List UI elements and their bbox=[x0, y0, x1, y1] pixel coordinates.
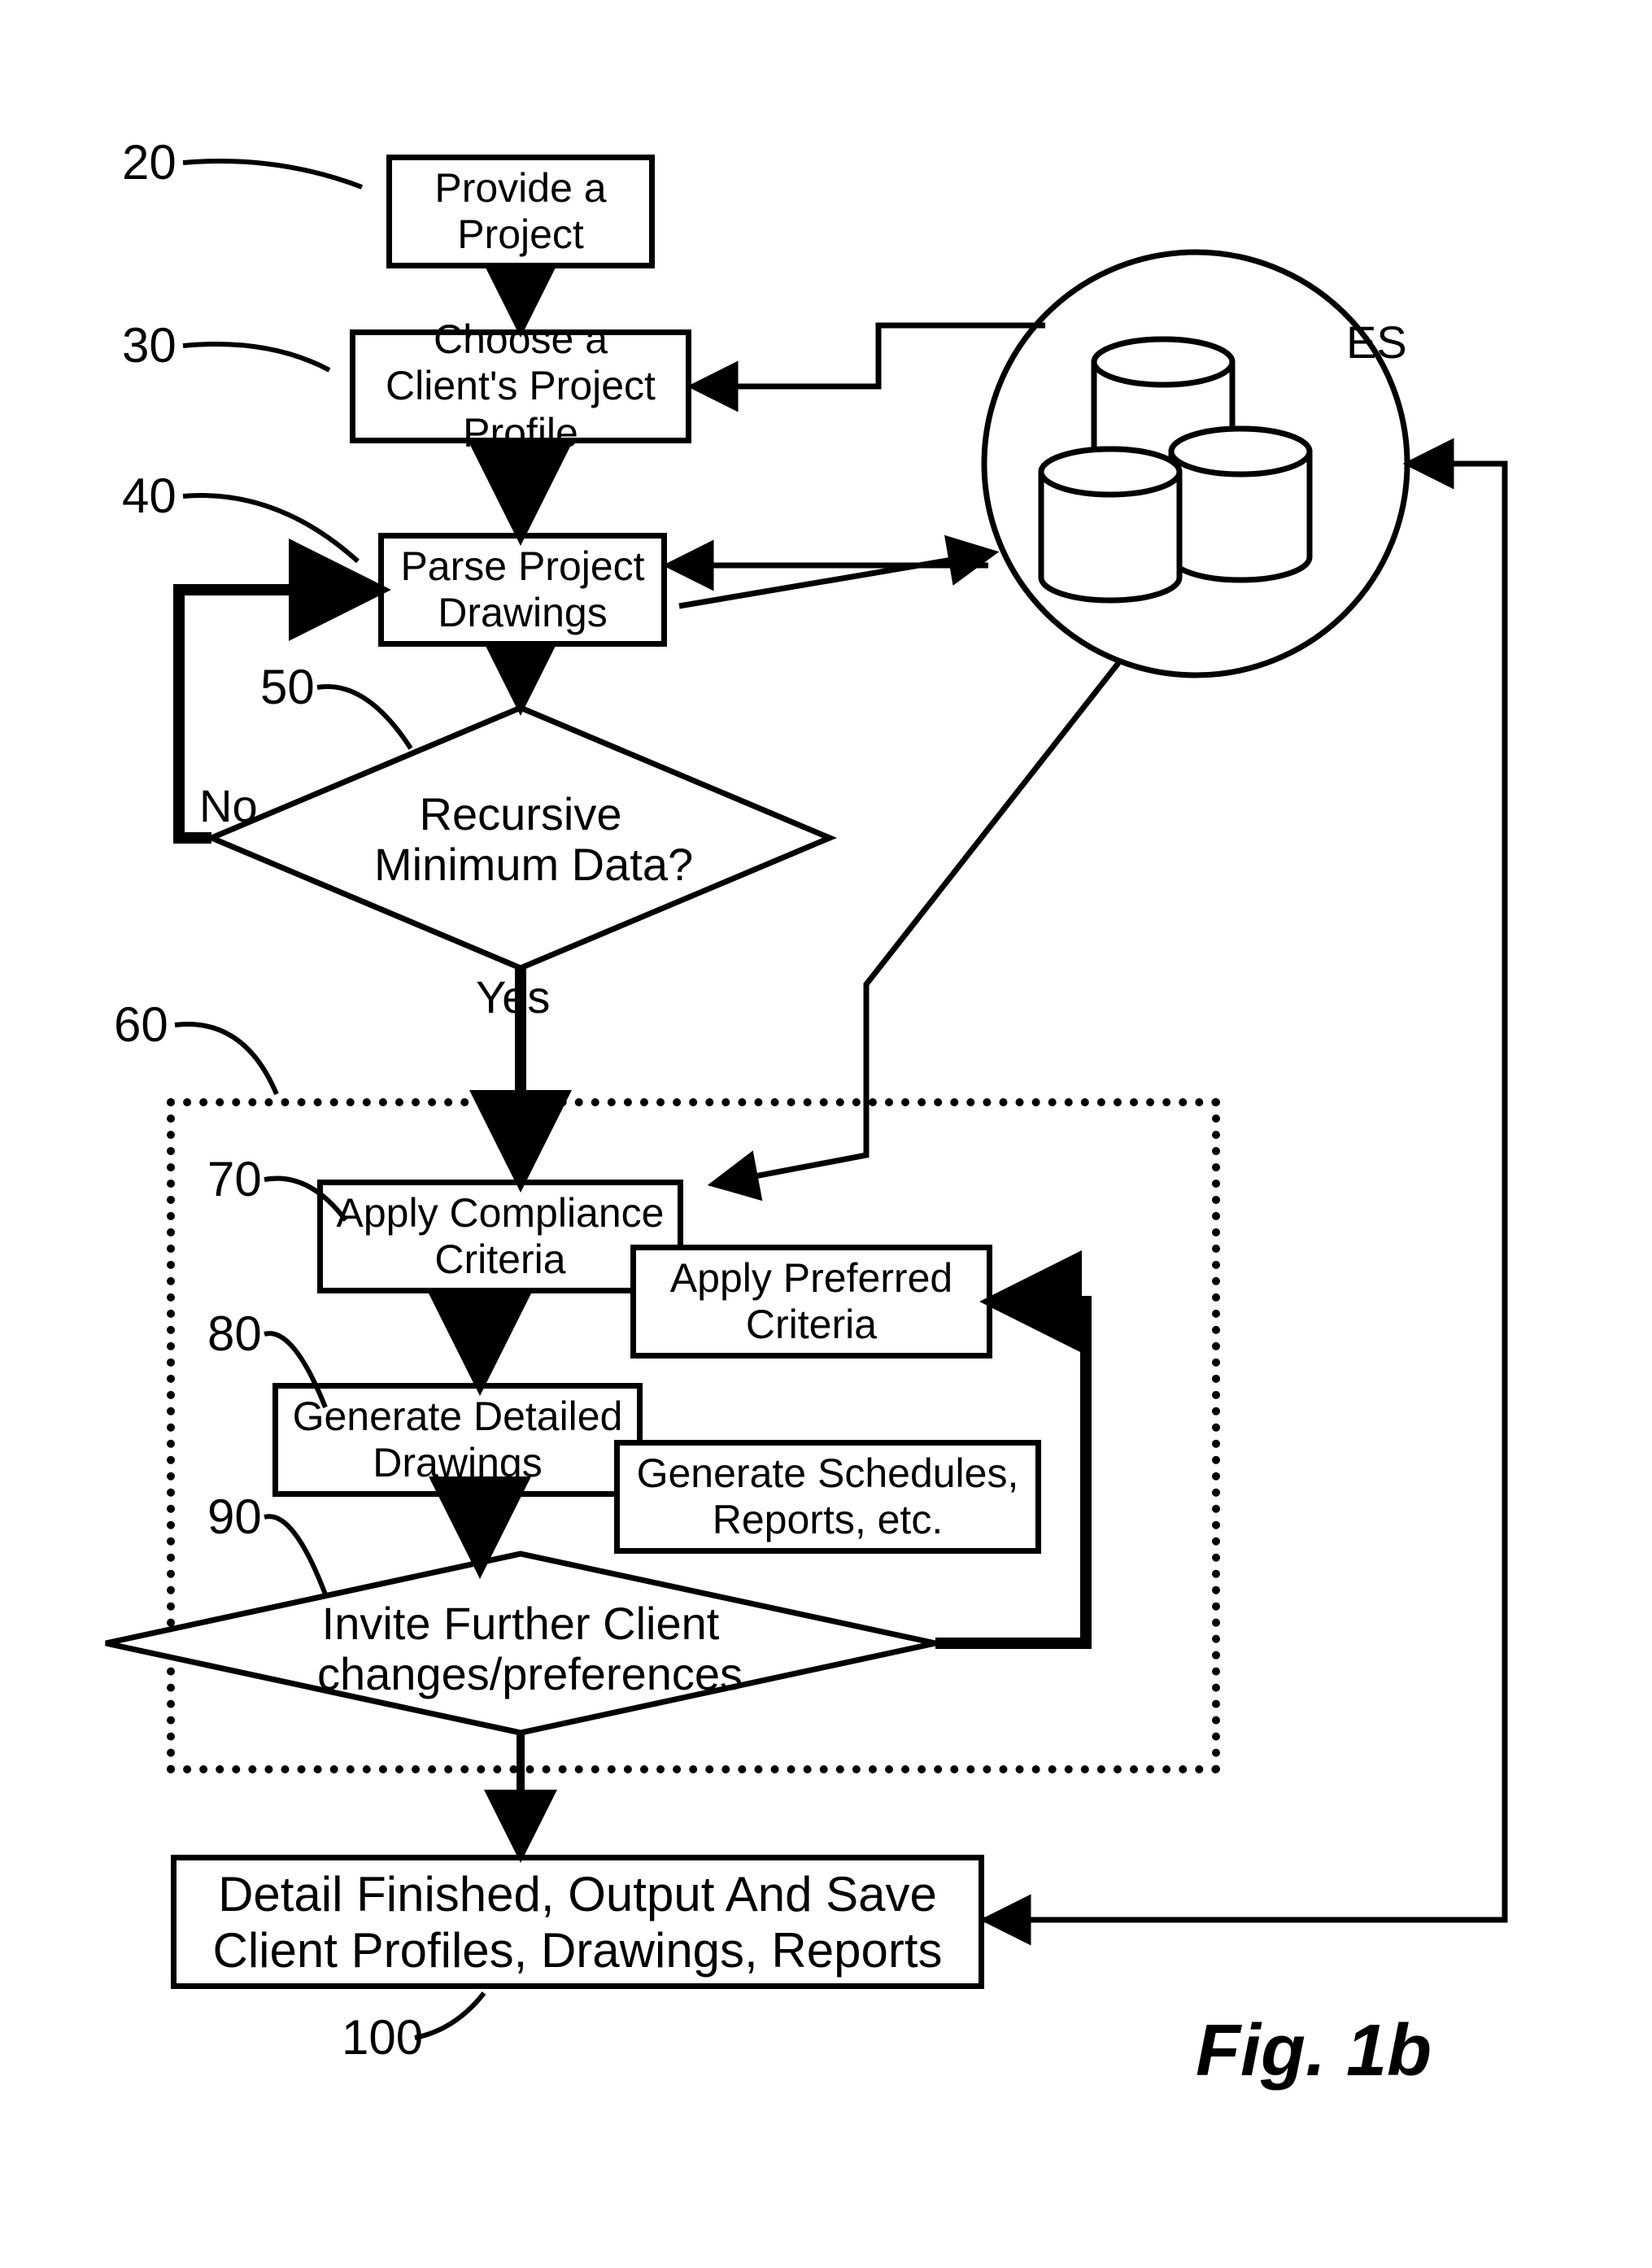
flowchart-canvas: Provide a Project Choose a Client's Proj… bbox=[0, 0, 1652, 2268]
connectors bbox=[0, 0, 1652, 2268]
